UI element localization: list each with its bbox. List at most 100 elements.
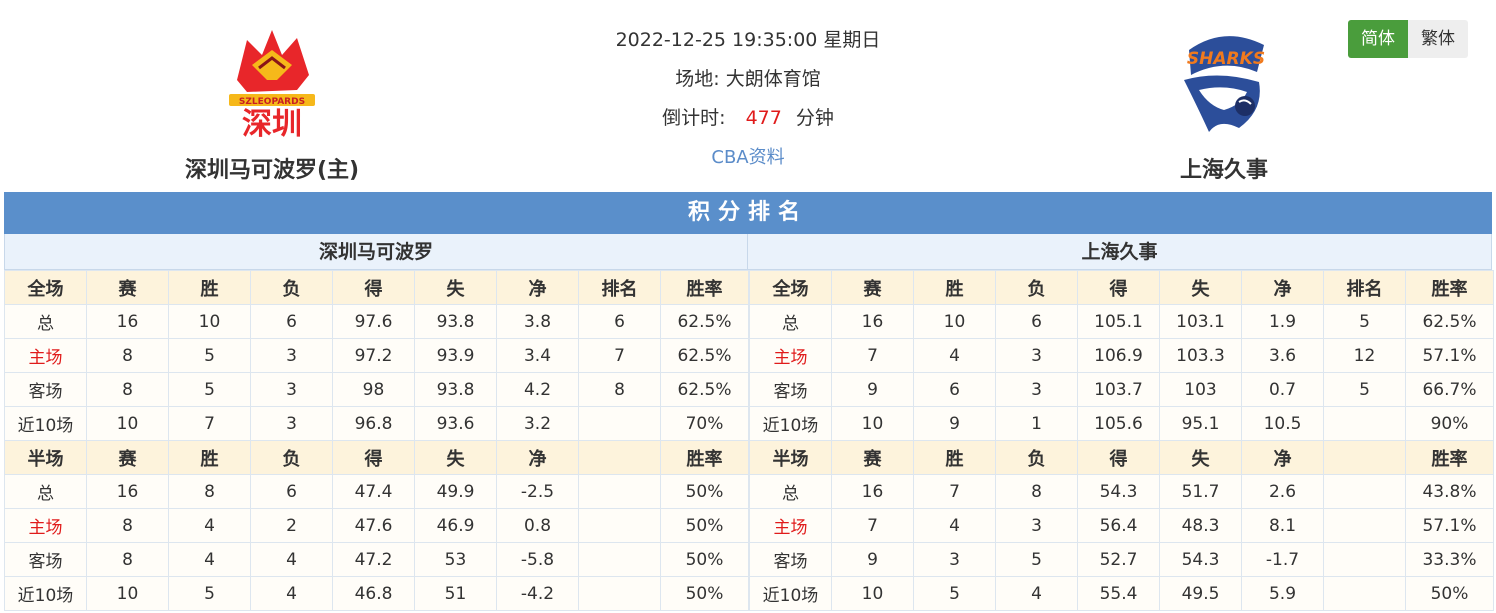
table-cell: 51.7 <box>1159 474 1242 509</box>
cba-link[interactable]: CBA资料 <box>711 147 784 168</box>
table-cell: 3.4 <box>496 338 579 373</box>
table-cell: 4 <box>168 508 251 543</box>
table-cell: 6 <box>250 304 333 339</box>
table-cell: 46.9 <box>414 508 497 543</box>
table-cell: 3 <box>250 372 333 407</box>
table-header-row: 全场赛胜负得失净排名 胜率 <box>4 270 749 305</box>
table-cell: 7 <box>831 508 914 543</box>
table-cell: 3 <box>995 508 1078 543</box>
table-header-cell: 胜 <box>913 440 996 475</box>
table-cell: 5 <box>1323 372 1406 407</box>
table-cell: 3.6 <box>1241 338 1324 373</box>
table-cell <box>578 576 661 611</box>
table-cell: -4.2 <box>496 576 579 611</box>
table-cell: 近10场 <box>749 406 832 441</box>
table-cell: 57.1% <box>1405 338 1494 373</box>
table-cell: 70% <box>660 406 749 441</box>
table-cell: 93.6 <box>414 406 497 441</box>
table-cell: 6 <box>250 474 333 509</box>
table-cell: 10 <box>831 576 914 611</box>
table-cell: 5 <box>168 372 251 407</box>
table-cell: 0.8 <box>496 508 579 543</box>
table-header-cell: 胜率 <box>1405 440 1494 475</box>
table-cell: 3 <box>913 542 996 577</box>
table-cell <box>1323 406 1406 441</box>
table-row: 总 16 10 6 97.6 93.8 3.8 6 62.5% <box>4 304 749 339</box>
table-cell: 3 <box>250 406 333 441</box>
table-cell: 46.8 <box>332 576 415 611</box>
logo-subtext: SZLEOPARDS <box>239 97 305 107</box>
table-cell: 93.9 <box>414 338 497 373</box>
table-header-cell: 失 <box>1159 440 1242 475</box>
table-cell: 56.4 <box>1077 508 1160 543</box>
table-header-cell: 得 <box>332 440 415 475</box>
table-cell: 客场 <box>4 372 87 407</box>
table-cell: 97.6 <box>332 304 415 339</box>
table-cell: 客场 <box>4 542 87 577</box>
table-row: 总 16 7 8 54.3 51.7 2.6 43.8% <box>749 474 1494 509</box>
table-cell: 43.8% <box>1405 474 1494 509</box>
table-cell: 55.4 <box>1077 576 1160 611</box>
table-header-cell: 负 <box>995 270 1078 305</box>
table-cell: 总 <box>749 474 832 509</box>
table-cell: 93.8 <box>414 304 497 339</box>
table-cell: 主场 <box>749 508 832 543</box>
table-header-cell: 半场 <box>4 440 87 475</box>
table-cell: 106.9 <box>1077 338 1160 373</box>
table-cell: 5 <box>995 542 1078 577</box>
table-cell: 5 <box>1323 304 1406 339</box>
table-header-row: 半场赛胜负得失净 胜率 <box>749 440 1494 475</box>
table-cell: 50% <box>660 576 749 611</box>
table-cell: -2.5 <box>496 474 579 509</box>
table-cell: 8 <box>86 542 169 577</box>
table-cell <box>578 474 661 509</box>
table-cell: 33.3% <box>1405 542 1494 577</box>
logo-text: SHARKS <box>1187 49 1265 69</box>
table-header-cell: 净 <box>496 440 579 475</box>
table-cell: 主场 <box>4 338 87 373</box>
table-cell: 5 <box>168 338 251 373</box>
venue-line: 场地: 大朗体育馆 <box>548 63 948 102</box>
table-header-cell: 赛 <box>831 440 914 475</box>
simplified-button[interactable]: 简体 <box>1348 20 1408 58</box>
table-cell: 48.3 <box>1159 508 1242 543</box>
table-header-cell: 胜 <box>913 270 996 305</box>
table-cell <box>1323 508 1406 543</box>
table-cell: 8 <box>995 474 1078 509</box>
table-header-cell: 胜率 <box>1405 270 1494 305</box>
table-cell: 10 <box>913 304 996 339</box>
table-header-cell: 负 <box>995 440 1078 475</box>
table-cell: 8.1 <box>1241 508 1324 543</box>
match-datetime: 2022-12-25 19:35:00 星期日 <box>615 29 881 51</box>
table-header-cell: 胜 <box>168 440 251 475</box>
table-row: 主场 7 4 3 56.4 48.3 8.1 57.1% <box>749 508 1494 543</box>
table-cell: 49.9 <box>414 474 497 509</box>
table-cell: 8 <box>168 474 251 509</box>
table-cell: 6 <box>995 304 1078 339</box>
table-cell: 52.7 <box>1077 542 1160 577</box>
table-row: 客场 9 6 3 103.7 103 0.7 5 66.7% <box>749 372 1494 407</box>
table-header-cell: 胜率 <box>660 270 749 305</box>
table-header-cell: 赛 <box>86 270 169 305</box>
table-header-cell: 净 <box>1241 270 1324 305</box>
home-standings-table: 全场赛胜负得失净排名 胜率总 16 10 6 97.6 93.8 3.8 6 62.5% 主场 8 5 3… <box>4 270 749 611</box>
away-standings-team: 上海久事 <box>748 234 1492 270</box>
table-row: 主场 8 4 2 47.6 46.9 0.8 50% <box>4 508 749 543</box>
table-header-cell: 失 <box>414 440 497 475</box>
home-team-name[interactable]: 深圳马可波罗(主) <box>122 152 422 184</box>
traditional-button[interactable]: 繁体 <box>1408 20 1468 58</box>
away-team-name[interactable]: 上海久事 <box>1074 152 1374 184</box>
table-cell: 5 <box>168 576 251 611</box>
table-cell: 105.1 <box>1077 304 1160 339</box>
table-cell: 总 <box>749 304 832 339</box>
table-cell: 96.8 <box>332 406 415 441</box>
table-header-cell: 得 <box>1077 440 1160 475</box>
table-row: 总 16 8 6 47.4 49.9 -2.5 50% <box>4 474 749 509</box>
table-cell: 客场 <box>749 542 832 577</box>
table-row: 主场 7 4 3 106.9 103.3 3.6 12 57.1% <box>749 338 1494 373</box>
table-cell: 47.4 <box>332 474 415 509</box>
table-cell: 8 <box>86 338 169 373</box>
table-cell: 近10场 <box>4 576 87 611</box>
table-cell <box>1323 542 1406 577</box>
language-toggle: 简体 繁体 <box>1348 20 1468 58</box>
